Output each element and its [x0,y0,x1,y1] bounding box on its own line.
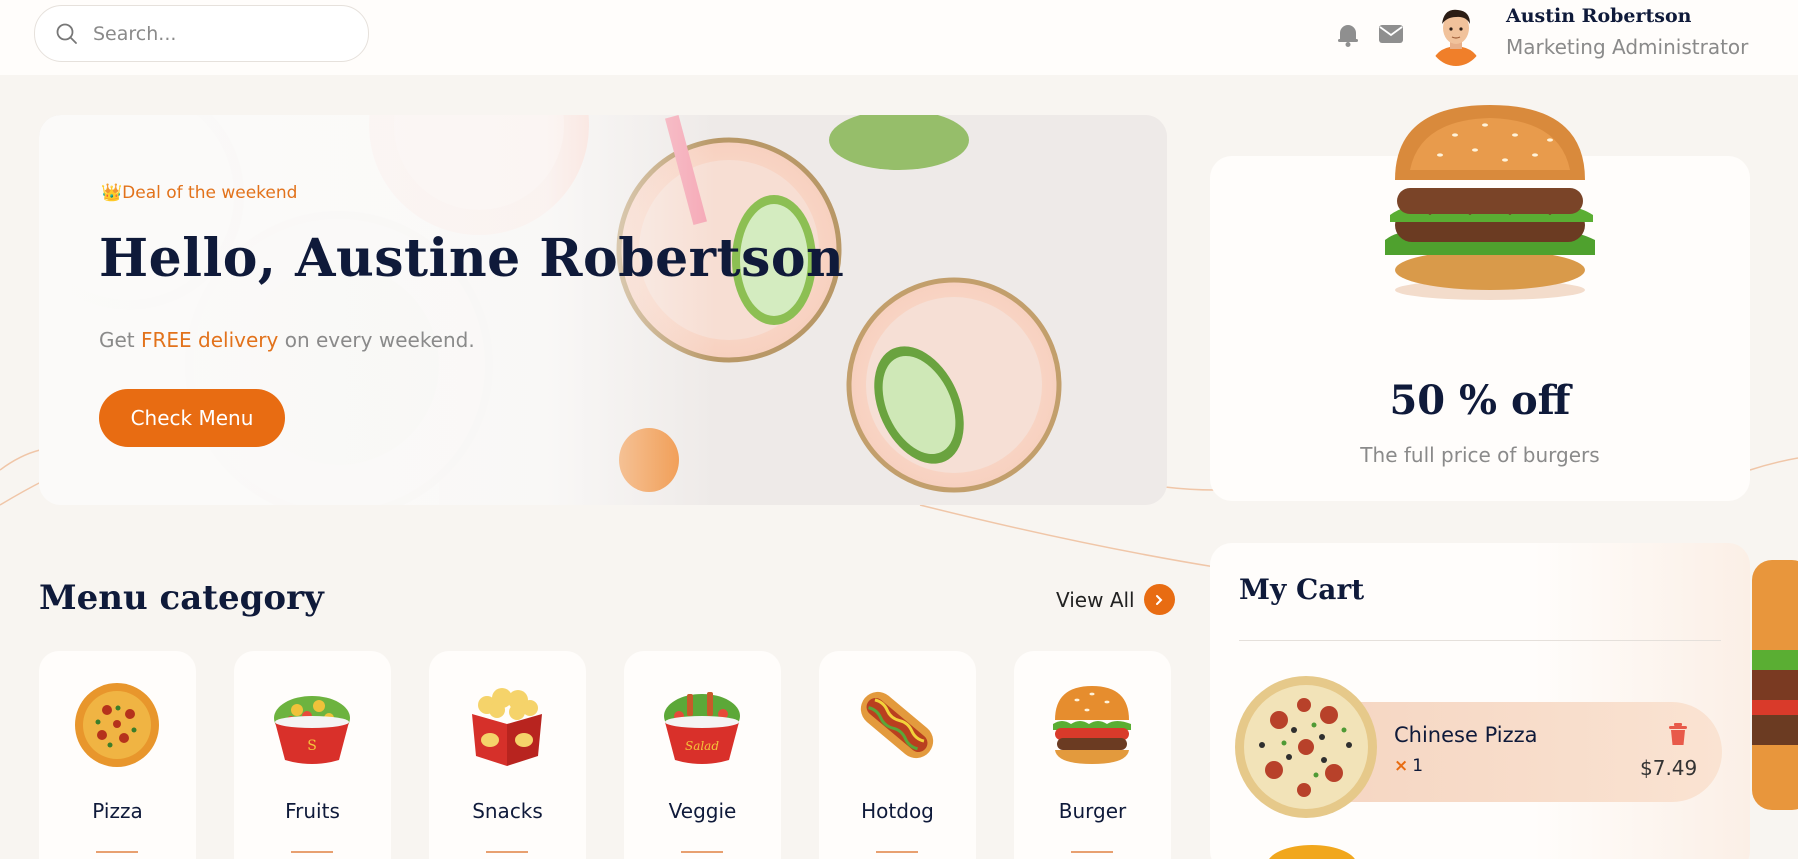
free-delivery-highlight: FREE delivery [141,328,279,352]
cart-title: My Cart [1239,573,1365,606]
hero-subtitle-suffix: on every weekend. [278,328,475,352]
user-avatar-icon [1432,9,1480,66]
hero-banner: 👑Deal of the weekend Hello, Austine Robe… [39,115,1167,505]
salad-icon: Salad [664,692,740,764]
category-underline [96,851,138,853]
promo-subtitle: The full price of burgers [1360,443,1600,467]
check-menu-button[interactable]: Check Menu [99,389,285,447]
pizza-image [1235,676,1377,818]
side-burger-image [1752,560,1798,810]
search-box[interactable] [34,5,369,62]
category-label: Fruits [285,799,340,823]
category-card-burger[interactable]: Burger [1014,651,1171,859]
category-card-fruits[interactable]: S Fruits [234,651,391,859]
user-role: Marketing Administrator [1506,35,1749,59]
close-icon[interactable]: × [1394,756,1408,776]
category-label: Hotdog [861,799,934,823]
fruit-bowl-icon: S [274,696,350,764]
user-name: Austin Robertson [1506,5,1692,27]
hero-title: Hello, Austine Robertson [99,228,845,289]
category-card-snacks[interactable]: Snacks [429,651,586,859]
cart-item-quantity: × 1 [1394,756,1423,776]
hero-subtitle-prefix: Get [99,328,142,352]
cart-item-qty-value: 1 [1412,756,1424,776]
avatar[interactable] [1428,4,1484,66]
cart-divider [1239,640,1721,641]
cart-item-price: $7.49 [1640,756,1698,780]
pizza-icon [75,683,159,767]
crown-icon: 👑 [101,183,123,203]
svg-text:Salad: Salad [685,739,719,753]
search-input[interactable] [93,22,333,45]
chevron-right-icon[interactable] [1143,584,1175,615]
category-underline [486,851,528,853]
category-label: Burger [1058,799,1127,823]
hotdog-icon [860,691,934,759]
category-card-pizza[interactable]: Pizza [39,651,196,859]
view-all-link[interactable]: View All [1056,584,1175,615]
category-underline [876,851,918,853]
svg-text:S: S [307,738,317,754]
bell-icon[interactable] [1334,20,1362,48]
category-label: Pizza [92,799,143,823]
mail-icon[interactable] [1377,20,1405,48]
search-icon [56,23,77,44]
category-card-veggie[interactable]: Salad Veggie [624,651,781,859]
hero-subtitle: Get FREE delivery on every weekend. [99,328,475,352]
category-underline [1071,851,1113,853]
view-all-label: View All [1056,587,1135,612]
category-label: Snacks [472,799,543,823]
category-underline [681,851,723,853]
trash-icon[interactable] [1667,722,1689,746]
category-underline [291,851,333,853]
menu-category-title: Menu category [39,578,324,618]
popcorn-icon [472,688,542,766]
deal-badge-label: Deal of the weekend [122,183,298,203]
promo-title: 50 % off [1389,377,1571,424]
category-label: Veggie [668,799,737,823]
burger-icon [1053,686,1131,764]
cart-item-name: Chinese Pizza [1394,723,1538,747]
deal-badge: 👑Deal of the weekend [101,183,297,203]
burger-image [1385,105,1595,300]
category-card-hotdog[interactable]: Hotdog [819,651,976,859]
